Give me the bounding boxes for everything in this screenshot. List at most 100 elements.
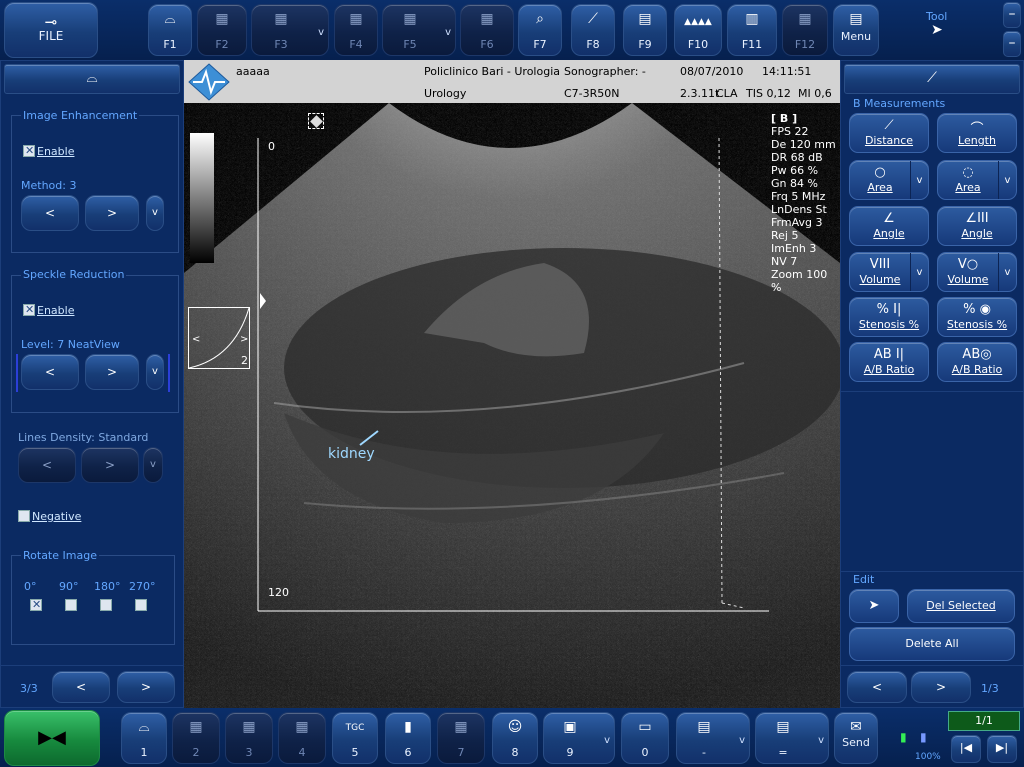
b3-button[interactable]: ▦ 3 [225, 712, 273, 764]
b4-label: 4 [298, 746, 306, 759]
menu-button[interactable]: ▤ Menu [833, 4, 879, 56]
right-page-prev-button[interactable]: < [847, 671, 907, 703]
tgc-button[interactable]: TGC 5 [332, 712, 378, 764]
send-button[interactable]: ✉ Send [834, 712, 878, 764]
f11-label: F11 [741, 38, 763, 51]
freeze-marker-icon[interactable] [308, 113, 324, 129]
method-dropdown[interactable]: v [146, 195, 164, 231]
b1-icon: ⌓ [138, 719, 150, 735]
rotate-270-checkbox[interactable] [135, 599, 147, 611]
b9-button[interactable]: ▣ 9 v [543, 712, 615, 764]
image-enhancement-enable-label[interactable]: Enable [37, 145, 74, 158]
info-bar: aaaaa Policlinico Bari - Urologia Urolog… [184, 60, 840, 103]
f12-button[interactable]: ▦ F12 [782, 4, 828, 56]
print-button[interactable]: ▤ = v [755, 712, 829, 764]
f9-button[interactable]: ▤ F9 [623, 4, 667, 56]
left-page-prev-button[interactable]: < [52, 671, 110, 703]
measure-mode-tab[interactable]: ⟋ [844, 64, 1020, 94]
param-dr: DR 68 dB [771, 151, 823, 164]
rotate-90-checkbox[interactable] [65, 599, 77, 611]
angle-button[interactable]: ∠ Angle [849, 206, 929, 246]
ab-ratio-area-button[interactable]: AB◎ A/B Ratio [937, 342, 1017, 382]
cine-prev-button[interactable]: |◀ [951, 735, 981, 763]
area-trace-dropdown[interactable]: v [998, 161, 1016, 199]
pointer-icon: ➤ [868, 598, 880, 613]
close-button[interactable]: – [1003, 31, 1021, 57]
rotate-0-checkbox[interactable] [30, 598, 42, 611]
left-page-next-button[interactable]: > [117, 671, 175, 703]
right-page-next-button[interactable]: > [911, 671, 971, 703]
area-ellipse-button[interactable]: ○ Area v [849, 160, 929, 200]
lines-density-next-button[interactable]: > [81, 447, 139, 483]
f5-button[interactable]: ▦ F5 v [382, 4, 456, 56]
lines-density-prev-button[interactable]: < [18, 447, 76, 483]
lines-density-next-label: > [104, 458, 116, 472]
level-prev-button[interactable]: < [21, 354, 79, 390]
b6-button[interactable]: ▮ 6 [385, 712, 431, 764]
f7-button[interactable]: ⌕ F7 [518, 4, 562, 56]
level-next-button[interactable]: > [85, 354, 139, 390]
del-selected-button[interactable]: Del Selected [907, 589, 1015, 623]
b9-dropdown[interactable]: v [604, 735, 610, 746]
f10-button[interactable]: ▲▲▲▲ F10 [674, 4, 722, 56]
negative-checkbox[interactable] [18, 510, 30, 522]
speckle-reduction-checkbox[interactable] [23, 303, 35, 316]
select-pointer-button[interactable]: ➤ [849, 589, 899, 623]
report-dropdown[interactable]: v [739, 735, 745, 746]
right-page-indicator: 1/3 [981, 682, 999, 695]
distance-button[interactable]: ⟋ Distance [849, 113, 929, 153]
f4-button[interactable]: ▦ F4 [334, 4, 378, 56]
stenosis-area-button[interactable]: % ◉ Stenosis % [937, 297, 1017, 337]
volume-ellipse-dropdown[interactable]: v [998, 253, 1016, 291]
method-next-button[interactable]: > [85, 195, 139, 231]
area-trace-button[interactable]: ◌ Area v [937, 160, 1017, 200]
angle-3pt-button[interactable]: ∠III Angle [937, 206, 1017, 246]
f3-label: F3 [274, 38, 288, 51]
negative-label[interactable]: Negative [32, 510, 81, 523]
b2-button[interactable]: ▦ 2 [172, 712, 220, 764]
b3-label: 3 [245, 746, 253, 759]
lines-density-dropdown[interactable]: v [143, 447, 163, 483]
print-dropdown[interactable]: v [818, 735, 824, 746]
f2-button[interactable]: ▦ F2 [197, 4, 247, 56]
method-prev-button[interactable]: < [21, 195, 79, 231]
gray-map-curve[interactable]: < > 2 [188, 307, 250, 369]
speckle-reduction-enable-label[interactable]: Enable [37, 304, 74, 317]
volume-ellipse-button[interactable]: V○ Volume v [937, 252, 1017, 292]
volume-3dist-dropdown[interactable]: v [910, 253, 928, 291]
level-dropdown[interactable]: v [146, 354, 164, 390]
b8-label: 8 [511, 746, 519, 759]
tgc-label: TGC [345, 723, 365, 733]
report-button[interactable]: ▤ - v [676, 712, 750, 764]
b0-button[interactable]: ▭ 0 [621, 712, 669, 764]
b4-button[interactable]: ▦ 4 [278, 712, 326, 764]
f1-button[interactable]: ⌓ F1 [148, 4, 192, 56]
file-button[interactable]: ⊸ FILE [4, 2, 98, 58]
stenosis-dist-button[interactable]: % I| Stenosis % [849, 297, 929, 337]
b7-button[interactable]: ▦ 7 [437, 712, 485, 764]
rotate-image-title: Rotate Image [21, 549, 99, 562]
b8-button[interactable]: ☺ 8 [492, 712, 538, 764]
f3-dropdown[interactable]: v [318, 27, 324, 38]
f11-button[interactable]: ▥ F11 [727, 4, 777, 56]
freeze-button[interactable]: ▶◀ [4, 710, 100, 766]
volume-3dist-button[interactable]: VIII Volume v [849, 252, 929, 292]
b1-button[interactable]: ⌓ 1 [121, 712, 167, 764]
ab-ratio-dist-button[interactable]: AB I| A/B Ratio [849, 342, 929, 382]
delete-all-button[interactable]: Delete All [849, 627, 1015, 661]
f5-dropdown[interactable]: v [445, 27, 451, 38]
rotate-180-checkbox[interactable] [100, 599, 112, 611]
mode-tab-b[interactable]: ⌓ [4, 64, 180, 94]
cine-next-button[interactable]: ▶| [987, 735, 1017, 763]
image-enhancement-checkbox[interactable] [23, 144, 35, 157]
minimize-button[interactable]: – [1003, 2, 1021, 28]
f3-button[interactable]: ▦ F3 v [251, 4, 329, 56]
f8-button[interactable]: ⟋ F8 [571, 4, 615, 56]
ultrasound-image-area[interactable]: < > 2 0 120 kidney [ B ] FPS 22 De 120 m… [184, 103, 840, 708]
annotation-kidney[interactable]: kidney [328, 446, 375, 462]
f12-icon: ▦ [798, 11, 812, 27]
right-panel-divider [841, 391, 1023, 392]
f6-button[interactable]: ▦ F6 [460, 4, 514, 56]
length-button[interactable]: ⌒ Length [937, 113, 1017, 153]
area-ellipse-dropdown[interactable]: v [910, 161, 928, 199]
